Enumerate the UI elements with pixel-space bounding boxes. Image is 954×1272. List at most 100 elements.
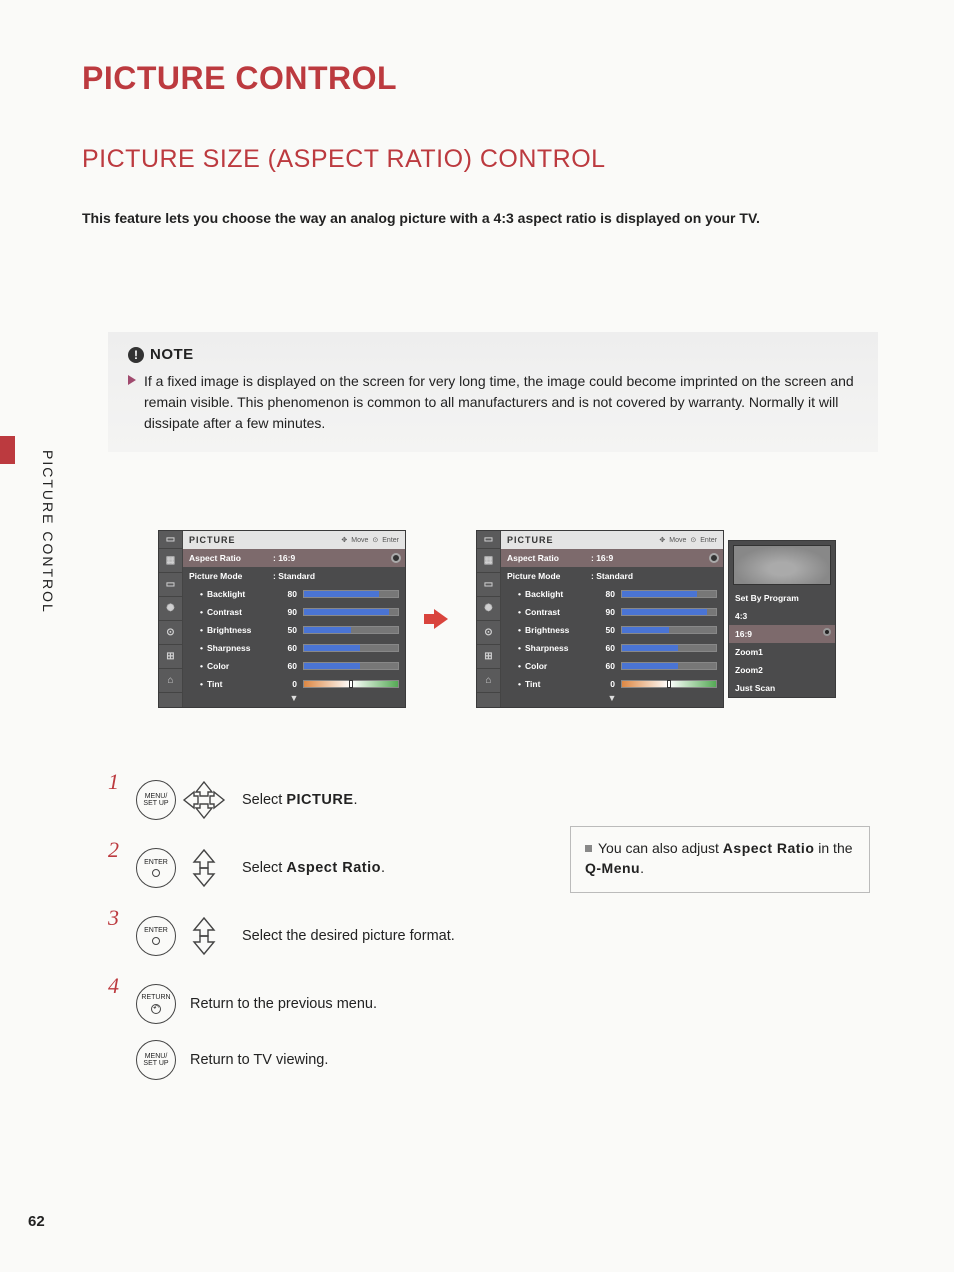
note-title: NOTE (150, 346, 194, 363)
osd-setting-row[interactable]: •Contrast90 (183, 603, 405, 621)
step-number: 2 (108, 837, 122, 863)
setting-value: 50 (273, 625, 299, 635)
tint-value: 0 (273, 679, 299, 689)
setting-label: Brightness (203, 625, 273, 635)
tint-bar (621, 680, 717, 688)
tint-value: 0 (591, 679, 617, 689)
return-icon: ↶ (151, 1004, 161, 1014)
note-text: If a fixed image is displayed on the scr… (144, 371, 862, 434)
setting-label: Contrast (521, 607, 591, 617)
option-icon: ⊙ (477, 621, 500, 645)
osd-aspect-ratio-row[interactable]: Aspect Ratio : 16:9 (183, 549, 405, 567)
selected-dot-icon (391, 553, 401, 563)
square-bullet-icon (585, 845, 592, 852)
monitor-icon: ▭ (477, 531, 500, 549)
return-button[interactable]: RETURN ↶ (136, 984, 176, 1024)
section-title: PICTURE SIZE (ASPECT RATIO) CONTROL (82, 145, 606, 174)
slider-bar (303, 662, 399, 670)
slider-bar (303, 608, 399, 616)
step-4a: 4 RETURN ↶ Return to the previous menu. (108, 984, 888, 1024)
setting-value: 60 (591, 661, 617, 671)
step-number: 4 (108, 973, 122, 999)
osd-aspect-ratio-row[interactable]: Aspect Ratio : 16:9 (501, 549, 723, 567)
setting-label: Backlight (203, 589, 273, 599)
osd-panel-left: ▭ ▦ ▭ ✺ ⊙ ⊞ ⌂ PICTURE ✥Move ⊙Enter Aspec… (158, 530, 406, 708)
time-icon: ✺ (159, 597, 182, 621)
setting-value: 60 (273, 643, 299, 653)
step-number: 1 (108, 769, 122, 795)
setting-value: 90 (591, 607, 617, 617)
slider-bar (621, 590, 717, 598)
osd-picture-mode-row[interactable]: Picture Mode : Standard (501, 567, 723, 585)
setting-value: 80 (273, 589, 299, 599)
aspect-option[interactable]: Zoom1 (729, 643, 835, 661)
enter-button[interactable]: ENTER (136, 848, 176, 888)
setting-value: 50 (591, 625, 617, 635)
side-tab (0, 436, 15, 464)
osd-rows: Aspect Ratio : 16:9 Picture Mode : Stand… (183, 549, 405, 707)
aspect-option[interactable]: 16:9 (729, 625, 835, 643)
slider-bar (621, 644, 717, 652)
step-text: Select PICTURE. (242, 792, 358, 808)
osd-header-title: PICTURE (507, 535, 554, 545)
note-icon: ! (128, 347, 144, 363)
aspect-option[interactable]: Zoom2 (729, 661, 835, 679)
tint-label: Tint (521, 679, 591, 689)
osd-header: PICTURE ✥Move ⊙Enter (501, 531, 723, 549)
step-text: Select Aspect Ratio. (242, 860, 385, 876)
setting-value: 80 (591, 589, 617, 599)
setting-label: Contrast (203, 607, 273, 617)
osd-setting-row[interactable]: •Brightness50 (501, 621, 723, 639)
picture-icon: ▦ (477, 549, 500, 573)
setting-label: Sharpness (203, 643, 273, 653)
osd-tint-row[interactable]: • Tint 0 (183, 675, 405, 693)
aspect-option[interactable]: Set By Program (729, 589, 835, 607)
selected-dot-icon (823, 628, 831, 636)
step-3: 3 ENTER Select the desired picture forma… (108, 916, 888, 956)
picture-icon: ▦ (159, 549, 182, 573)
slider-bar (621, 608, 717, 616)
menu-setup-button[interactable]: MENU/ SET UP (136, 780, 176, 820)
osd-setting-row[interactable]: •Backlight80 (501, 585, 723, 603)
slider-bar (303, 644, 399, 652)
more-below-icon: ▼ (501, 693, 723, 703)
osd-setting-row[interactable]: •Contrast90 (501, 603, 723, 621)
aspect-label: Aspect Ratio (507, 553, 591, 563)
step-text: Select the desired picture format. (242, 928, 455, 944)
dpad-updown-icon[interactable] (180, 848, 228, 888)
osd-setting-row[interactable]: •Sharpness60 (501, 639, 723, 657)
mode-value: : Standard (273, 571, 315, 581)
audio-icon: ▭ (477, 573, 500, 597)
intro-text: This feature lets you choose the way an … (82, 210, 760, 226)
osd-setting-row[interactable]: •Sharpness60 (183, 639, 405, 657)
osd-setting-row[interactable]: •Color60 (183, 657, 405, 675)
menu-setup-button[interactable]: MENU/ SET UP (136, 1040, 176, 1080)
move-label: Move (669, 537, 686, 544)
lock-icon: ⊞ (477, 645, 500, 669)
osd-setting-row[interactable]: •Color60 (501, 657, 723, 675)
dpad-updown-icon[interactable] (180, 916, 228, 956)
aspect-option[interactable]: 4:3 (729, 607, 835, 625)
setting-label: Backlight (521, 589, 591, 599)
selected-dot-icon (709, 553, 719, 563)
triangle-bullet-icon (128, 375, 136, 385)
osd-row: ▭ ▦ ▭ ✺ ⊙ ⊞ ⌂ PICTURE ✥Move ⊙Enter Aspec… (158, 530, 836, 708)
aspect-option[interactable]: Just Scan (729, 679, 835, 697)
setting-label: Brightness (521, 625, 591, 635)
slider-bar (621, 626, 717, 634)
arrow-right-icon (434, 609, 448, 629)
time-icon: ✺ (477, 597, 500, 621)
osd-picture-mode-row[interactable]: Picture Mode : Standard (183, 567, 405, 585)
step-4b: MENU/ SET UP Return to TV viewing. (108, 1040, 888, 1080)
mode-label: Picture Mode (189, 571, 273, 581)
osd-tint-row[interactable]: • Tint 0 (501, 675, 723, 693)
dpad-4way-icon[interactable] (180, 780, 228, 820)
aspect-value: : 16:9 (591, 553, 613, 563)
osd-setting-row[interactable]: •Backlight80 (183, 585, 405, 603)
more-below-icon: ▼ (183, 693, 405, 703)
audio-icon: ▭ (159, 573, 182, 597)
osd-setting-row[interactable]: •Brightness50 (183, 621, 405, 639)
page-number: 62 (28, 1213, 45, 1230)
enter-button[interactable]: ENTER (136, 916, 176, 956)
osd-sidebar-icons: ▭ ▦ ▭ ✺ ⊙ ⊞ ⌂ (477, 531, 501, 707)
